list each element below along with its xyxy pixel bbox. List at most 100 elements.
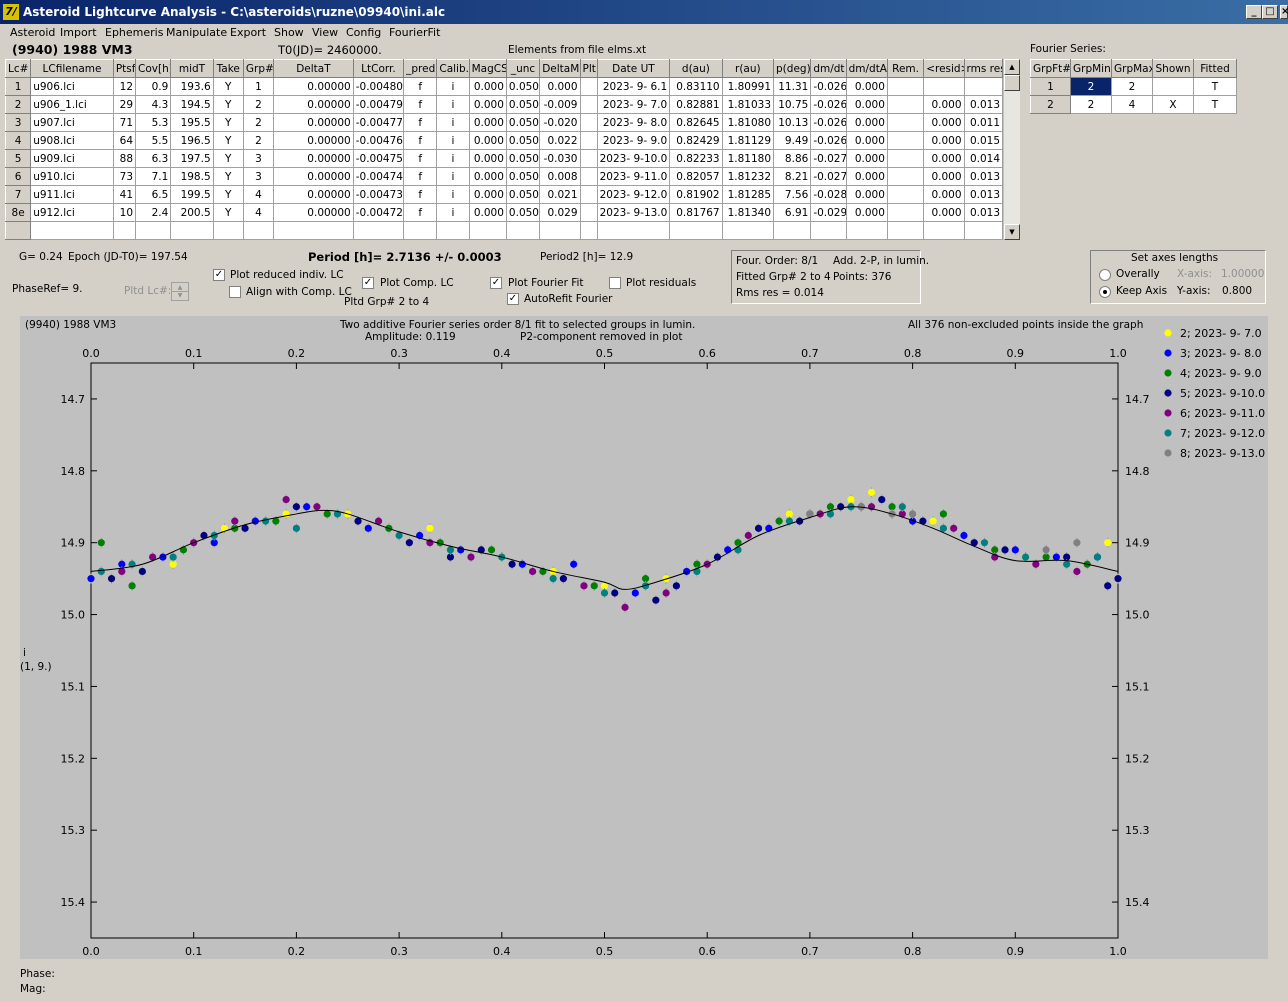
table-cell[interactable]: 4 xyxy=(242,203,275,222)
col-header[interactable]: rms res xyxy=(963,59,1004,78)
table-cell[interactable]: 0.014 xyxy=(963,149,1004,168)
col-header[interactable]: r(au) xyxy=(721,59,775,78)
table-cell[interactable]: f xyxy=(403,185,438,204)
table-cell[interactable]: 0.000 xyxy=(539,77,581,96)
table-cell[interactable] xyxy=(845,221,888,240)
table-cell[interactable]: 1.81033 xyxy=(721,95,775,114)
x-axis-value[interactable]: 1.00000 xyxy=(1221,268,1264,280)
table-cell[interactable]: f xyxy=(403,167,438,186)
col-header[interactable]: Cov[h] xyxy=(135,59,172,78)
table-cell[interactable]: u912.lci xyxy=(30,203,114,222)
col-header[interactable]: DeltaT xyxy=(273,59,354,78)
table-cell[interactable]: 0.000 xyxy=(845,185,888,204)
table-row[interactable]: 5 u909.lci 88 6.3 197.5 Y 3 0.00000 -0.00475 f i 0.… xyxy=(4,149,1004,168)
table-cell[interactable]: 2023- 9- 7.0 xyxy=(596,95,671,114)
table-cell[interactable]: Y xyxy=(212,167,244,186)
spin-down-icon[interactable]: ▼ xyxy=(172,292,188,300)
table-cell[interactable]: T xyxy=(1193,95,1237,114)
table-cell[interactable]: 197.5 xyxy=(170,149,214,168)
row-header[interactable]: 5 xyxy=(4,149,32,168)
table-cell[interactable]: 0.000 xyxy=(468,95,507,114)
table-cell[interactable]: 4 xyxy=(1111,95,1153,114)
table-cell[interactable]: 0.00000 xyxy=(273,185,354,204)
table-cell[interactable]: Y xyxy=(212,77,244,96)
table-cell[interactable]: -0.020 xyxy=(539,113,581,132)
y-axis-value[interactable]: 0.800 xyxy=(1222,285,1252,297)
spin-up-icon[interactable]: ▲ xyxy=(172,283,188,292)
table-cell[interactable]: 0.000 xyxy=(468,113,507,132)
row-header[interactable]: 6 xyxy=(4,167,32,186)
table-cell[interactable]: 12 xyxy=(112,77,137,96)
table-cell[interactable]: 0.00000 xyxy=(273,77,354,96)
col-header[interactable]: dm/dtA xyxy=(845,59,888,78)
pltd-lc-spinner[interactable]: ▲ ▼ xyxy=(171,282,189,301)
table-cell[interactable]: i xyxy=(436,149,470,168)
table-cell[interactable]: -0.026 xyxy=(810,77,847,96)
table-row[interactable]: 1 u906.lci 12 0.9 193.6 Y 1 0.00000 -0.00480 f i 0.… xyxy=(4,77,1004,96)
table-cell[interactable]: 0.81902 xyxy=(669,185,723,204)
table-cell[interactable]: 0.050 xyxy=(505,131,541,150)
table-cell[interactable]: 0.000 xyxy=(845,203,888,222)
table-cell[interactable] xyxy=(1152,77,1194,96)
table-cell[interactable] xyxy=(242,221,275,240)
row-header[interactable]: 2 xyxy=(1030,95,1071,114)
table-cell[interactable]: u909.lci xyxy=(30,149,114,168)
menu-manipulate[interactable]: Manipulate xyxy=(166,26,227,39)
scroll-thumb[interactable] xyxy=(1004,75,1020,91)
table-cell[interactable]: 2023- 9- 6.1 xyxy=(596,77,671,96)
table-cell[interactable] xyxy=(579,95,598,114)
table-cell[interactable]: Y xyxy=(212,185,244,204)
table-cell[interactable]: i xyxy=(436,95,470,114)
table-cell[interactable]: f xyxy=(403,131,438,150)
table-cell[interactable] xyxy=(886,149,925,168)
col-header[interactable]: Fitted xyxy=(1193,59,1237,78)
fourier-row[interactable]: 122T xyxy=(1030,77,1237,96)
table-cell[interactable]: 3 xyxy=(242,167,275,186)
table-cell[interactable] xyxy=(886,77,925,96)
menu-view[interactable]: View xyxy=(312,26,338,39)
table-cell[interactable]: 0.013 xyxy=(963,95,1004,114)
menu-fourierfit[interactable]: FourierFit xyxy=(389,26,440,39)
col-header[interactable]: Lc# xyxy=(4,59,32,78)
table-cell[interactable]: 1.81232 xyxy=(721,167,775,186)
menu-export[interactable]: Export xyxy=(230,26,266,39)
table-cell[interactable]: 11.31 xyxy=(773,77,812,96)
table-cell[interactable]: f xyxy=(403,203,438,222)
table-cell[interactable]: 2 xyxy=(242,95,275,114)
menu-ephemeris[interactable]: Ephemeris xyxy=(105,26,163,39)
table-cell[interactable]: 0.000 xyxy=(468,203,507,222)
table-cell[interactable]: 71 xyxy=(112,113,137,132)
table-cell[interactable]: 7.56 xyxy=(773,185,812,204)
table-cell[interactable] xyxy=(596,221,671,240)
plot-fourier-checkbox[interactable]: ✓ xyxy=(490,277,502,289)
table-cell[interactable]: 6.3 xyxy=(135,149,172,168)
table-cell[interactable]: 29 xyxy=(112,95,137,114)
table-cell[interactable] xyxy=(963,221,1004,240)
table-cell[interactable]: 0.000 xyxy=(923,185,965,204)
table-cell[interactable]: 0.050 xyxy=(505,185,541,204)
table-cell[interactable]: 0.050 xyxy=(505,167,541,186)
plot-residuals-checkbox[interactable] xyxy=(609,277,621,289)
fourier-series-table[interactable]: GrpFt# GrpMin GrpMax Shown Fitted 122T22… xyxy=(1030,59,1237,114)
table-cell[interactable]: 2023- 9- 9.0 xyxy=(596,131,671,150)
col-header[interactable]: Take xyxy=(212,59,244,78)
table-cell[interactable]: i xyxy=(436,131,470,150)
table-cell[interactable]: -0.00474 xyxy=(352,167,405,186)
table-cell[interactable] xyxy=(403,221,438,240)
align-comp-checkbox[interactable] xyxy=(229,286,241,298)
table-cell[interactable]: -0.00472 xyxy=(352,203,405,222)
table-cell[interactable] xyxy=(579,221,598,240)
table-cell[interactable]: 0.82429 xyxy=(669,131,723,150)
table-cell[interactable]: 2 xyxy=(1070,95,1112,114)
table-cell[interactable] xyxy=(886,95,925,114)
table-cell[interactable]: -0.029 xyxy=(810,203,847,222)
table-cell[interactable]: u906_1.lci xyxy=(30,95,114,114)
table-cell[interactable]: 0.000 xyxy=(923,167,965,186)
table-cell[interactable]: 0.00000 xyxy=(273,95,354,114)
col-header[interactable]: Plt xyxy=(579,59,598,78)
table-cell[interactable]: -0.028 xyxy=(810,185,847,204)
table-row[interactable]: 6 u910.lci 73 7.1 198.5 Y 3 0.00000 -0.00474 f i 0.… xyxy=(4,167,1004,186)
table-cell[interactable]: f xyxy=(403,113,438,132)
table-cell[interactable]: 195.5 xyxy=(170,113,214,132)
table-cell[interactable]: u908.lci xyxy=(30,131,114,150)
